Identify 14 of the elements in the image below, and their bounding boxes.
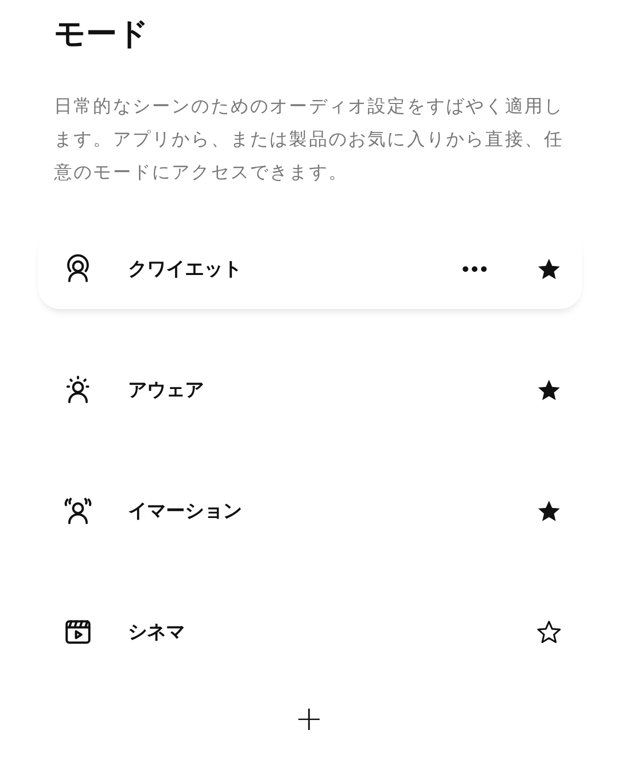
mode-name: クワイエット: [128, 257, 243, 282]
mode-name: シネマ: [128, 620, 186, 645]
person-waves-icon: [62, 495, 94, 527]
mode-row[interactable]: シネマ: [38, 592, 582, 672]
mode-row[interactable]: アウェア: [38, 350, 582, 430]
add-button[interactable]: +: [294, 702, 324, 736]
star-outline-icon[interactable]: [536, 619, 562, 645]
mode-row[interactable]: クワイエット •••: [38, 229, 582, 309]
mode-name: アウェア: [128, 378, 205, 403]
mode-row[interactable]: イマーション: [38, 471, 582, 551]
mode-name: イマーション: [128, 499, 243, 524]
description: 日常的なシーンのためのオーディオ設定をすばやく適用します。アプリから、または製品のお気に入りから直接、任意のモードにアクセスできます。: [54, 95, 565, 185]
page-title: モード: [54, 15, 150, 54]
more-button[interactable]: •••: [460, 260, 488, 278]
